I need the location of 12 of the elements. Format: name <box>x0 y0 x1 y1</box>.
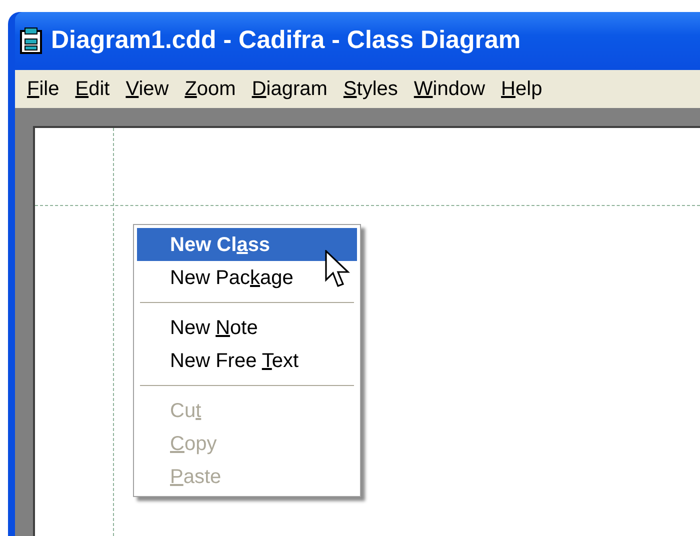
menu-item[interactable]: Window <box>406 74 494 104</box>
menu-item[interactable]: Help <box>493 74 550 104</box>
window-title: Diagram1.cdd - Cadifra - Class Diagram <box>51 25 521 56</box>
menu-item[interactable]: Edit <box>67 74 118 104</box>
mouse-pointer-icon <box>325 250 351 290</box>
app-icon <box>19 27 43 55</box>
menu-item[interactable]: File <box>19 74 68 104</box>
menu-item[interactable]: View <box>118 74 177 104</box>
menu-item[interactable]: Zoom <box>176 74 244 104</box>
menu-item[interactable]: Styles <box>335 74 406 104</box>
menu-item[interactable]: Diagram <box>244 74 336 104</box>
context-menu-item[interactable]: New Class <box>137 228 357 261</box>
